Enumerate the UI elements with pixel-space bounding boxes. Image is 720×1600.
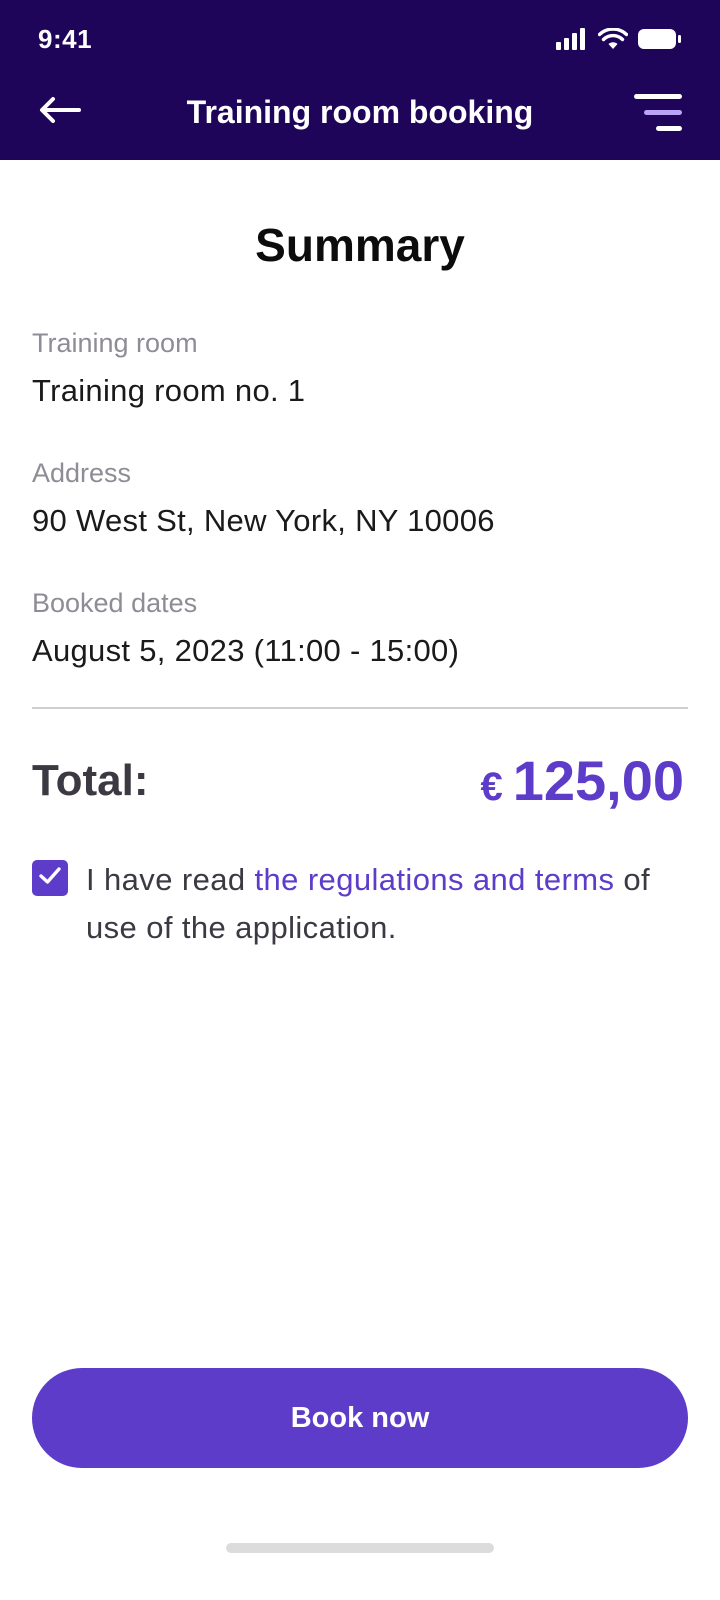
header-title: Training room booking: [186, 94, 534, 130]
status-time: 9:41: [38, 24, 93, 54]
total-value: 125,00: [512, 749, 684, 812]
checkmark-icon: [38, 866, 62, 891]
booked-dates-label: Booked dates: [32, 588, 198, 618]
filter-menu-icon: [632, 94, 684, 138]
filter-menu-button[interactable]: [632, 92, 684, 134]
total-label: Total:: [32, 756, 149, 805]
home-indicator: [226, 1543, 494, 1553]
training-room-value: Training room no. 1: [32, 373, 306, 408]
address-value: 90 West St, New York, NY 10006: [32, 503, 495, 538]
currency-symbol: €: [480, 765, 503, 809]
divider: [32, 707, 688, 709]
status-icons: [556, 27, 682, 55]
terms-link[interactable]: the regulations and terms: [255, 862, 615, 897]
wifi-icon: [597, 27, 629, 55]
booking-summary-screen: 9:41 Training room booking Summary Train…: [0, 0, 720, 1600]
terms-consent-text: I have read the regulations and terms of…: [86, 856, 686, 952]
address-label: Address: [32, 458, 132, 488]
battery-icon: [638, 28, 682, 55]
terms-checkbox[interactable]: [32, 860, 68, 896]
summary-title: Summary: [255, 219, 465, 271]
total-amount: € 125,00: [480, 748, 684, 813]
book-now-button[interactable]: Book now: [32, 1368, 688, 1468]
cellular-signal-icon: [556, 28, 588, 55]
app-header: 9:41 Training room booking: [0, 0, 720, 160]
booked-dates-value: August 5, 2023 (11:00 - 15:00): [32, 633, 460, 668]
consent-prefix: I have read: [86, 862, 255, 897]
training-room-label: Training room: [32, 328, 198, 358]
